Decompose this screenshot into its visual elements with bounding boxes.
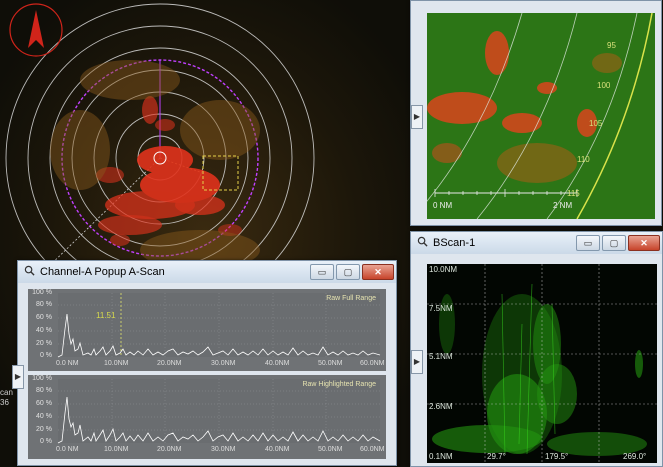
close-button[interactable]: ✕ bbox=[362, 264, 394, 280]
x-tick: 20.0NM bbox=[157, 446, 182, 453]
minimize-button[interactable]: ▭ bbox=[310, 264, 334, 280]
x-tick: 50.0NM bbox=[318, 360, 343, 367]
bscan-y-label-1: 10.0NM bbox=[429, 265, 458, 274]
scale-start-label: 0 NM bbox=[433, 201, 453, 210]
ascan-title: Channel-A Popup A-Scan bbox=[40, 266, 165, 278]
x-tick: 30.0NM bbox=[211, 446, 236, 453]
x-tick: 40.0NM bbox=[265, 446, 290, 453]
ascan-top-range-label: Raw Full Range bbox=[326, 295, 376, 302]
ascan-bottom-range-label: Raw Highlighted Range bbox=[302, 381, 376, 388]
y-tick: 40 % bbox=[36, 327, 52, 334]
range-label-115: 115 bbox=[567, 189, 580, 198]
y-tick: 80 % bbox=[36, 387, 52, 394]
y-tick: 60 % bbox=[36, 400, 52, 407]
scale-end-label: 2 NM bbox=[553, 201, 573, 210]
y-tick: 100 % bbox=[32, 375, 52, 382]
range-label-110: 110 bbox=[577, 155, 590, 164]
y-tick: 60 % bbox=[36, 314, 52, 321]
ppi-zoom-window[interactable]: ▶ 95 100 105 110 115 0 NM 2 NM bbox=[410, 0, 662, 226]
x-tick: 10.0NM bbox=[104, 360, 129, 367]
maximize-button[interactable]: ▢ bbox=[336, 264, 360, 280]
x-tick: 10.0NM bbox=[104, 446, 129, 453]
bscan-titlebar[interactable]: BScan-1 ▭ ▢ ✕ bbox=[411, 232, 662, 254]
ppi-zoom-canvas: 95 100 105 110 115 0 NM 2 NM bbox=[427, 13, 655, 219]
expand-arrow-icon[interactable]: ▶ bbox=[12, 365, 24, 389]
ascan-window[interactable]: Channel-A Popup A-Scan ▭ ▢ ✕ ▶ Raw Full … bbox=[12, 260, 397, 466]
maximize-button[interactable]: ▢ bbox=[602, 235, 626, 251]
range-label-105: 105 bbox=[589, 119, 603, 128]
ascan-bottom-plot: Raw Highlighted Range 100 % 80 % 60 % 40… bbox=[28, 375, 386, 459]
range-label-95: 95 bbox=[607, 41, 616, 50]
bscan-x-label-1: 29.7° bbox=[487, 452, 506, 461]
expand-arrow-icon[interactable]: ▶ bbox=[411, 105, 423, 129]
close-button[interactable]: ✕ bbox=[628, 235, 660, 251]
y-tick: 0 % bbox=[39, 352, 52, 359]
y-tick: 40 % bbox=[36, 413, 52, 420]
magnifier-icon bbox=[417, 236, 428, 250]
bscan-x-label-2: 179.5° bbox=[545, 452, 569, 461]
y-tick: 100 % bbox=[32, 289, 52, 296]
bscan-canvas: 10.0NM 7.5NM 5.1NM 2.6NM 0.1NM 29.7° 179… bbox=[427, 264, 657, 463]
y-tick: 20 % bbox=[36, 340, 52, 347]
x-tick: 20.0NM bbox=[157, 360, 182, 367]
ppi-corner-label-2: 36 bbox=[0, 398, 9, 407]
ascan-cursor-value: 11.51 bbox=[96, 311, 116, 320]
minimize-button[interactable]: ▭ bbox=[576, 235, 600, 251]
magnifier-icon bbox=[24, 265, 35, 279]
y-tick: 80 % bbox=[36, 301, 52, 308]
bscan-y-label-3: 5.1NM bbox=[429, 352, 453, 361]
x-tick: 50.0NM bbox=[318, 446, 343, 453]
expand-arrow-icon[interactable]: ▶ bbox=[411, 350, 423, 374]
bscan-y-label-4: 2.6NM bbox=[429, 402, 453, 411]
range-label-100: 100 bbox=[597, 81, 611, 90]
x-tick: 30.0NM bbox=[211, 360, 236, 367]
y-tick: 20 % bbox=[36, 426, 52, 433]
bscan-window[interactable]: BScan-1 ▭ ▢ ✕ ▶ 10.0NM 7.5NM 5.1NM 2.6NM… bbox=[410, 231, 663, 467]
bscan-x-label-3: 269.0° bbox=[623, 452, 647, 461]
ppi-corner-label-1: can bbox=[0, 388, 13, 397]
y-tick: 0 % bbox=[39, 438, 52, 445]
bscan-y-label-5: 0.1NM bbox=[429, 452, 453, 461]
x-tick: 60.0NM bbox=[360, 360, 385, 367]
bscan-y-label-2: 7.5NM bbox=[429, 304, 453, 313]
ascan-titlebar[interactable]: Channel-A Popup A-Scan ▭ ▢ ✕ bbox=[18, 261, 396, 283]
ascan-top-plot: Raw Full Range 11.51 100 % 80 % 60 % 40 … bbox=[28, 289, 386, 371]
x-tick: 60.0NM bbox=[360, 446, 385, 453]
bscan-title: BScan-1 bbox=[433, 237, 476, 249]
x-tick: 0.0 NM bbox=[56, 360, 79, 367]
x-tick: 40.0NM bbox=[265, 360, 290, 367]
x-tick: 0.0 NM bbox=[56, 446, 79, 453]
